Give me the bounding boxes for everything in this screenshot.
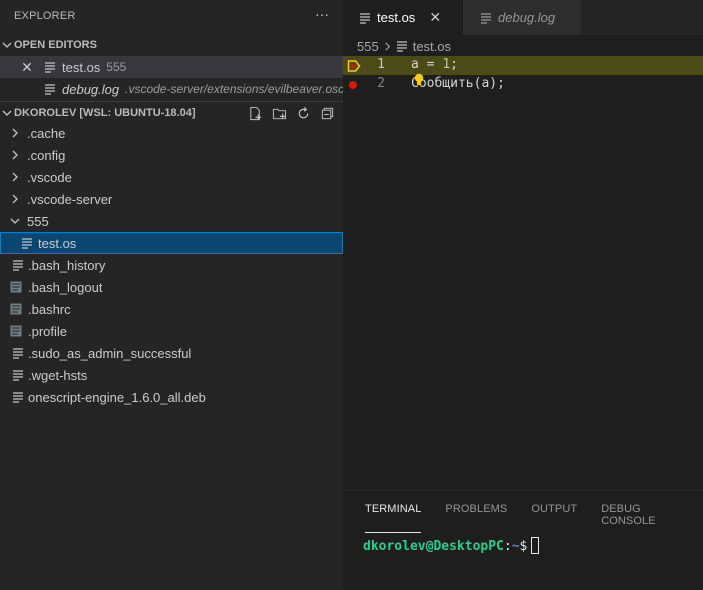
tree-label: .cache (27, 125, 66, 141)
tree-file-test-os[interactable]: test.os (0, 232, 343, 254)
tab-label: test.os (377, 10, 416, 25)
open-editors-label: OPEN EDITORS (14, 39, 97, 51)
breakpoint-icon[interactable] (347, 78, 361, 92)
code-text: Сообщить(а); (411, 76, 505, 91)
file-lines-icon (44, 61, 56, 73)
settings-file-icon (10, 281, 22, 293)
file-lines-icon (12, 391, 24, 403)
editor-area: test.os ✕ debug.log 555 test.os 1 a = 1;… (343, 0, 703, 490)
tree-file-bash-logout[interactable]: .bash_logout (0, 276, 343, 298)
panel-tabs: TERMINAL PROBLEMS OUTPUT DEBUG CONSOLE (365, 503, 703, 533)
terminal-cursor (531, 537, 540, 554)
code-line[interactable]: 2 Сообщить(а); (343, 73, 703, 94)
terminal-user: dkorolev@DesktopPC (363, 539, 504, 554)
code-text: a = 1; (411, 57, 458, 72)
debug-stackframe-icon[interactable] (347, 59, 361, 73)
more-actions-icon[interactable]: ··· (312, 6, 332, 26)
file-lines-icon (396, 40, 408, 52)
code-token: ; (450, 57, 458, 72)
chevron-right-icon (8, 126, 22, 140)
explorer-sidebar: EXPLORER ··· OPEN EDITORS ✕ test.os 555 … (0, 0, 343, 590)
file-lines-icon (12, 369, 24, 381)
tree-file-wget-hsts[interactable]: .wget-hsts (0, 364, 343, 386)
file-lines-icon (44, 83, 56, 95)
chevron-down-icon (0, 106, 14, 120)
chevron-right-icon (8, 148, 22, 162)
tree-file-bash-history[interactable]: .bash_history (0, 254, 343, 276)
tab-label: debug.log (498, 10, 556, 25)
bottom-panel: TERMINAL PROBLEMS OUTPUT DEBUG CONSOLE d… (343, 490, 703, 590)
breadcrumb-file[interactable]: test.os (413, 39, 451, 54)
chevron-down-icon (8, 214, 22, 228)
code-token: a = (411, 57, 443, 72)
workspace-label: DKOROLEV [WSL: UBUNTU-18.04] (14, 106, 196, 119)
breadcrumb-folder[interactable]: 555 (357, 39, 379, 54)
tree-folder-vscode-server[interactable]: .vscode-server (0, 188, 343, 210)
chevron-right-icon (8, 170, 22, 184)
open-editor-item[interactable]: ✕ test.os 555 (0, 56, 343, 78)
tab-terminal[interactable]: TERMINAL (365, 503, 422, 533)
breadcrumb: 555 test.os (357, 36, 451, 56)
chevron-right-icon (383, 42, 392, 51)
collapse-all-icon[interactable] (317, 104, 337, 122)
tree-folder-vscode[interactable]: .vscode (0, 166, 343, 188)
workspace-header[interactable]: DKOROLEV [WSL: UBUNTU-18.04] (0, 101, 343, 123)
tree-label: .config (27, 147, 66, 163)
tree-label: .vscode-server (27, 191, 113, 207)
tree-label: onescript-engine_1.6.0_all.deb (28, 389, 206, 405)
tree-label: .profile (28, 323, 68, 339)
new-folder-icon[interactable] (269, 104, 289, 122)
tree-label: .bashrc (28, 301, 71, 317)
tree-label: .bash_logout (28, 279, 103, 295)
code-number-token: 1 (442, 57, 451, 72)
file-lines-icon (480, 12, 492, 24)
tab-output[interactable]: OUTPUT (531, 503, 577, 533)
new-file-icon[interactable] (245, 104, 265, 122)
line-number: 1 (377, 57, 385, 72)
file-lines-icon (12, 259, 24, 271)
open-editor-item[interactable]: debug.log .vscode-server/extensions/evil… (0, 78, 343, 100)
terminal-colon: : (503, 539, 512, 554)
chevron-down-icon (0, 38, 14, 52)
code-line-current[interactable]: 1 a = 1; (343, 56, 703, 75)
open-editors-header[interactable]: OPEN EDITORS (0, 34, 343, 56)
terminal-prompt: $ (519, 539, 528, 554)
open-editor-desc: .vscode-server/extensions/evilbeaver.osc… (125, 82, 343, 96)
tree-file-onescript-deb[interactable]: onescript-engine_1.6.0_all.deb (0, 386, 343, 408)
tab-debug-log[interactable]: debug.log (463, 0, 581, 35)
open-editor-name: debug.log (62, 81, 120, 97)
tab-debug-console[interactable]: DEBUG CONSOLE (601, 503, 679, 533)
settings-file-icon (10, 325, 22, 337)
file-lines-icon (359, 12, 371, 24)
file-lines-icon (12, 347, 24, 359)
terminal-path: ~ (511, 539, 520, 554)
tree-folder-cache[interactable]: .cache (0, 122, 343, 144)
tab-problems[interactable]: PROBLEMS (445, 503, 507, 533)
close-icon[interactable]: ✕ (20, 60, 34, 74)
file-lines-icon (21, 237, 33, 249)
tree-folder-config[interactable]: .config (0, 144, 343, 166)
tree-label: test.os (38, 235, 77, 251)
tree-label: .bash_history (28, 257, 106, 273)
tree-file-profile[interactable]: .profile (0, 320, 343, 342)
editor-tabs: test.os ✕ debug.log (343, 0, 703, 35)
refresh-icon[interactable] (293, 104, 313, 122)
open-editor-desc: 555 (106, 60, 127, 74)
tree-label: .vscode (27, 169, 72, 185)
lightbulb-icon[interactable] (413, 73, 425, 87)
open-editor-name: test.os (62, 59, 101, 75)
terminal[interactable]: dkorolev@DesktopPC:~$ (363, 537, 540, 554)
settings-file-icon (10, 303, 22, 315)
tree-file-bashrc[interactable]: .bashrc (0, 298, 343, 320)
explorer-title: EXPLORER (14, 10, 76, 22)
tree-label: .wget-hsts (28, 367, 88, 383)
chevron-right-icon (8, 192, 22, 206)
tab-test-os[interactable]: test.os ✕ (343, 0, 463, 35)
tree-label: .sudo_as_admin_successful (28, 345, 192, 361)
line-number: 2 (377, 76, 385, 91)
tree-file-sudo[interactable]: .sudo_as_admin_successful (0, 342, 343, 364)
tree-folder-555[interactable]: 555 (0, 210, 343, 232)
tree-label: 555 (27, 213, 49, 229)
close-icon[interactable]: ✕ (427, 9, 443, 26)
